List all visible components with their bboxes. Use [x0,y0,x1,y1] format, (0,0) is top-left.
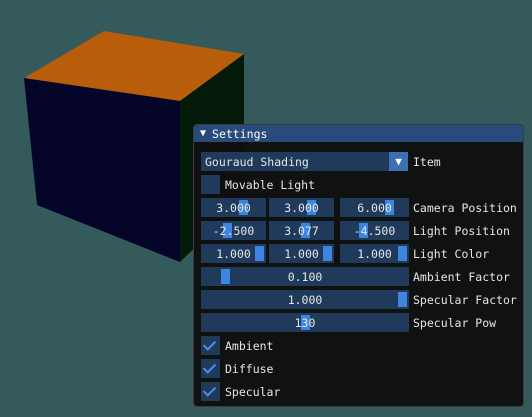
light-color-g[interactable]: 1.000 [269,244,334,263]
light-color-b[interactable]: 1.000 [340,244,409,263]
specular-factor-label: Specular Factor [413,292,517,307]
light-position-x[interactable]: -2.500 [201,221,266,240]
camera-position-z[interactable]: 6.000 [340,198,409,217]
slider-grab[interactable] [255,246,264,261]
settings-window[interactable]: ▼ Settings Gouraud Shading ▼ Item Movabl… [193,124,524,407]
light-position-z[interactable]: -4.500 [340,221,409,240]
light-position-y[interactable]: 3.077 [269,221,334,240]
specular-pow-label: Specular Pow [413,315,497,330]
specular-factor-slider[interactable]: 1.000 [201,290,409,309]
movable-light-label: Movable Light [225,177,316,192]
light-color-label: Light Color [413,246,490,261]
ambient-label: Ambient [225,338,274,353]
slider-grab[interactable] [398,292,407,307]
movable-light-checkbox[interactable] [201,175,220,194]
ambient-factor-slider[interactable]: 0.100 [201,267,409,286]
slider-grab[interactable] [323,246,332,261]
triangle-down-icon[interactable]: ▼ [200,128,206,139]
item-combo-value: Gouraud Shading [205,154,309,169]
ambient-factor-label: Ambient Factor [413,269,510,284]
specular-pow-slider[interactable]: 130 [201,313,409,332]
item-label: Item [413,154,441,169]
specular-label: Specular [225,384,281,399]
settings-title-bar[interactable]: ▼ Settings [194,125,523,142]
ambient-checkbox[interactable] [201,336,220,355]
slider-grab[interactable] [398,246,407,261]
diffuse-label: Diffuse [225,361,274,376]
camera-position-label: Camera Position [413,200,517,215]
light-position-label: Light Position [413,223,510,238]
chevron-down-icon[interactable]: ▼ [389,152,408,171]
window-title: Settings [212,126,268,141]
specular-checkbox[interactable] [201,382,220,401]
item-combo[interactable]: Gouraud Shading ▼ [201,152,408,171]
camera-position-x[interactable]: 3.000 [201,198,266,217]
diffuse-checkbox[interactable] [201,359,220,378]
cube-left-face [24,78,180,262]
light-color-r[interactable]: 1.000 [201,244,266,263]
camera-position-y[interactable]: 3.000 [269,198,334,217]
slider-grab[interactable] [221,269,230,284]
